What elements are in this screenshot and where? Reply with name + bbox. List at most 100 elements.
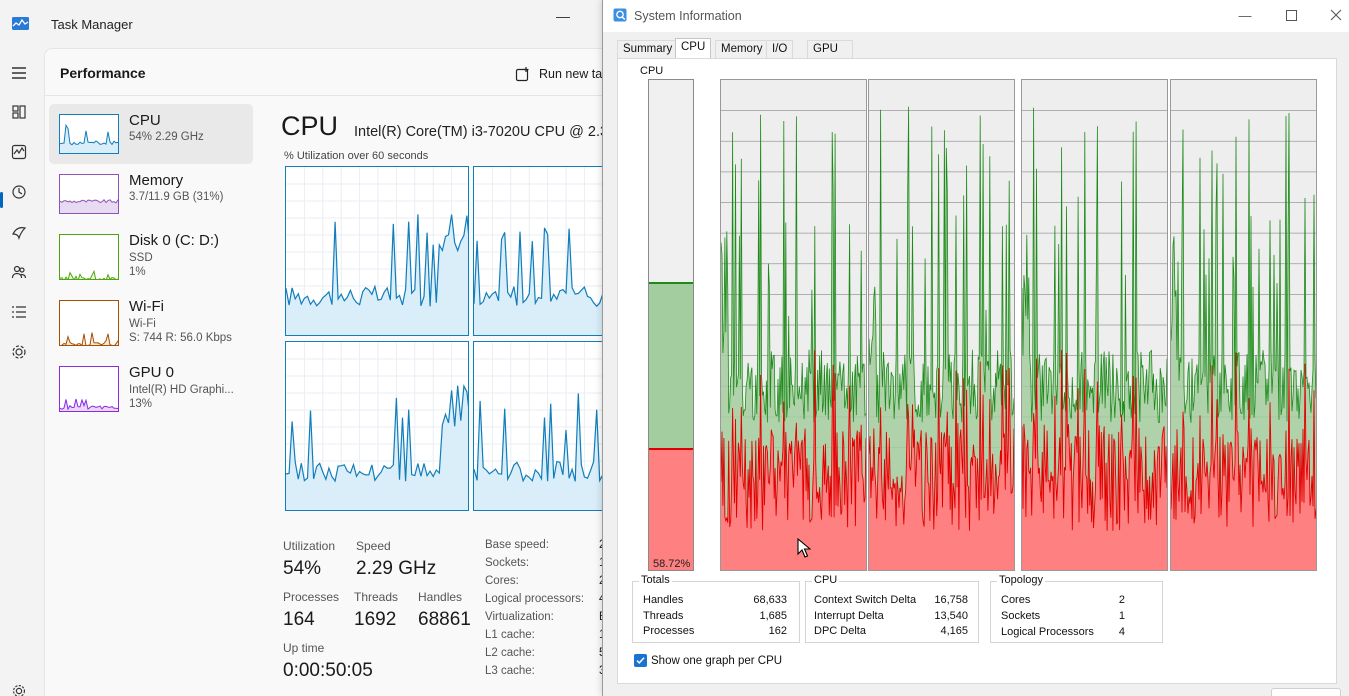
disk-thumbnail-graph — [59, 234, 119, 280]
system-information-title: System Information — [634, 9, 742, 23]
mouse-cursor-icon — [797, 538, 811, 558]
dpc-delta-value: 4,165 — [940, 625, 968, 637]
system-information-titlebar[interactable]: System Information — — [603, 0, 1349, 32]
perf-item-detail-2: S: 744 R: 56.0 Kbps — [129, 332, 232, 344]
dpc-delta-label: DPC Delta — [814, 625, 866, 637]
processes-icon[interactable] — [8, 101, 30, 123]
topology-group: Topology Cores 2 Sockets 1 Logical Proce… — [990, 574, 1163, 643]
hamburger-icon[interactable] — [8, 62, 30, 84]
perf-item-cpu[interactable]: CPU 54% 2.29 GHz — [49, 104, 253, 164]
startup-apps-icon[interactable] — [8, 221, 30, 243]
handles-label: Handles — [418, 590, 463, 604]
cpu-usage-label: CPU — [640, 65, 664, 77]
cpu-history-graph-cpu2 — [1021, 79, 1168, 571]
totals-processes-label: Processes — [643, 625, 695, 637]
perf-item-gpu[interactable]: GPU 0 Intel(R) HD Graphi... 13% — [49, 356, 253, 416]
performance-page: Performance Run new task CPU 54% 2.29 GH… — [44, 48, 657, 696]
system-information-window: System Information — Summary CPU Memory … — [602, 0, 1349, 696]
spec-label: L1 cache: — [485, 629, 535, 641]
totals-handles-value: 68,633 — [753, 594, 787, 606]
gpu-thumbnail-graph — [59, 366, 119, 412]
tab-memory[interactable]: Memory — [715, 40, 769, 58]
context-switch-value: 16,758 — [934, 594, 968, 606]
performance-icon[interactable] — [8, 141, 30, 163]
totals-processes-value: 162 — [768, 625, 787, 637]
perf-item-detail: 3.7/11.9 GB (31%) — [129, 191, 224, 203]
perf-item-name: CPU — [129, 112, 161, 129]
checkbox-label: Show one graph per CPU — [651, 654, 783, 667]
users-icon[interactable] — [8, 261, 30, 283]
spec-label: Cores: — [485, 575, 519, 587]
sockets-label: Sockets — [1001, 610, 1041, 622]
settings-icon[interactable] — [8, 680, 30, 696]
cpu-group-title: CPU — [812, 574, 840, 586]
minimize-icon[interactable]: — — [1233, 6, 1257, 24]
tab-summary[interactable]: Summary — [617, 40, 679, 58]
show-one-graph-per-cpu-checkbox[interactable]: Show one graph per CPU — [634, 654, 782, 667]
perf-item-detail-2: 1% — [129, 266, 146, 278]
processes-label: Processes — [283, 590, 340, 604]
rail-active-indicator — [0, 192, 3, 208]
perf-item-wifi[interactable]: Wi-Fi Wi-Fi S: 744 R: 56.0 Kbps — [49, 290, 253, 350]
perf-item-name: Disk 0 (C: D:) — [129, 232, 219, 249]
sockets-value: 1 — [1118, 610, 1125, 622]
spec-label: L3 cache: — [485, 665, 535, 677]
perf-item-detail-2: 13% — [129, 398, 153, 410]
speed-label: Speed — [356, 539, 391, 553]
details-icon[interactable] — [8, 301, 30, 323]
task-manager-titlebar[interactable]: Task Manager — — [0, 0, 620, 48]
context-switch-label: Context Switch Delta — [814, 594, 917, 606]
threads-value: 1692 — [354, 609, 397, 630]
tab-io[interactable]: I/O — [766, 40, 794, 58]
cpu-history-graph-cpu0 — [720, 79, 867, 571]
threads-label: Threads — [354, 590, 399, 604]
run-task-icon — [515, 67, 529, 82]
cpu-thumbnail-graph — [59, 114, 119, 154]
topology-title: Topology — [997, 574, 1046, 586]
perf-item-detail: 54% 2.29 GHz — [129, 131, 204, 143]
totals-threads-label: Threads — [643, 610, 684, 622]
cpu-group: CPU Context Switch Delta 16,758 Interrup… — [805, 574, 979, 643]
app-history-icon[interactable] — [8, 181, 30, 203]
logical-processors-value: 4 — [1118, 626, 1125, 638]
cpu-history-graph-cpu3 — [1170, 79, 1317, 571]
cpu-heading: CPU — [281, 111, 339, 141]
spec-label: Logical processors: — [485, 593, 585, 605]
page-title: Performance — [60, 65, 146, 81]
task-manager-title: Task Manager — [51, 17, 133, 32]
spec-label: Virtualization: — [485, 611, 554, 623]
perf-item-name: Wi-Fi — [129, 298, 164, 315]
uptime-label: Up time — [283, 641, 325, 655]
totals-title: Totals — [639, 574, 672, 586]
perf-item-disk[interactable]: Disk 0 (C: D:) SSD 1% — [49, 224, 253, 284]
maximize-icon[interactable] — [1279, 6, 1303, 24]
checkbox-checked-icon[interactable] — [634, 654, 647, 667]
speed-value: 2.29 GHz — [356, 558, 437, 579]
cores-value: 2 — [1118, 594, 1125, 606]
task-manager-app-icon — [12, 17, 29, 30]
services-icon[interactable] — [8, 341, 30, 363]
cpu-core-graph — [285, 341, 469, 511]
ok-button[interactable] — [1271, 688, 1341, 696]
cpu-core-graph — [285, 166, 469, 336]
close-icon[interactable] — [1324, 6, 1348, 24]
perf-item-detail: Intel(R) HD Graphi... — [129, 384, 234, 396]
uptime-value: 0:00:50:05 — [283, 660, 373, 681]
navigation-rail — [0, 48, 44, 696]
tab-cpu[interactable]: CPU — [675, 38, 712, 59]
utilization-label: Utilization — [283, 539, 336, 553]
perf-item-memory[interactable]: Memory 3.7/11.9 GB (31%) — [49, 164, 253, 224]
run-new-task-button[interactable]: Run new task — [515, 66, 615, 82]
totals-threads-value: 1,685 — [759, 610, 787, 622]
perf-item-detail: SSD — [129, 252, 153, 264]
task-manager-window: Task Manager — Performance Run new task … — [0, 0, 657, 696]
minimize-icon[interactable]: — — [556, 8, 570, 24]
header-divider — [45, 95, 621, 96]
utilization-value: 54% — [283, 558, 322, 579]
handles-value: 68861 — [418, 609, 471, 630]
system-information-app-icon — [613, 8, 627, 22]
cpu-tab-panel: CPU 58.72% Totals Handles 68,633 Threads… — [617, 58, 1337, 684]
spec-label: Sockets: — [485, 557, 530, 569]
perf-item-detail: Wi-Fi — [129, 318, 156, 330]
tab-gpu[interactable]: GPU — [807, 40, 853, 58]
